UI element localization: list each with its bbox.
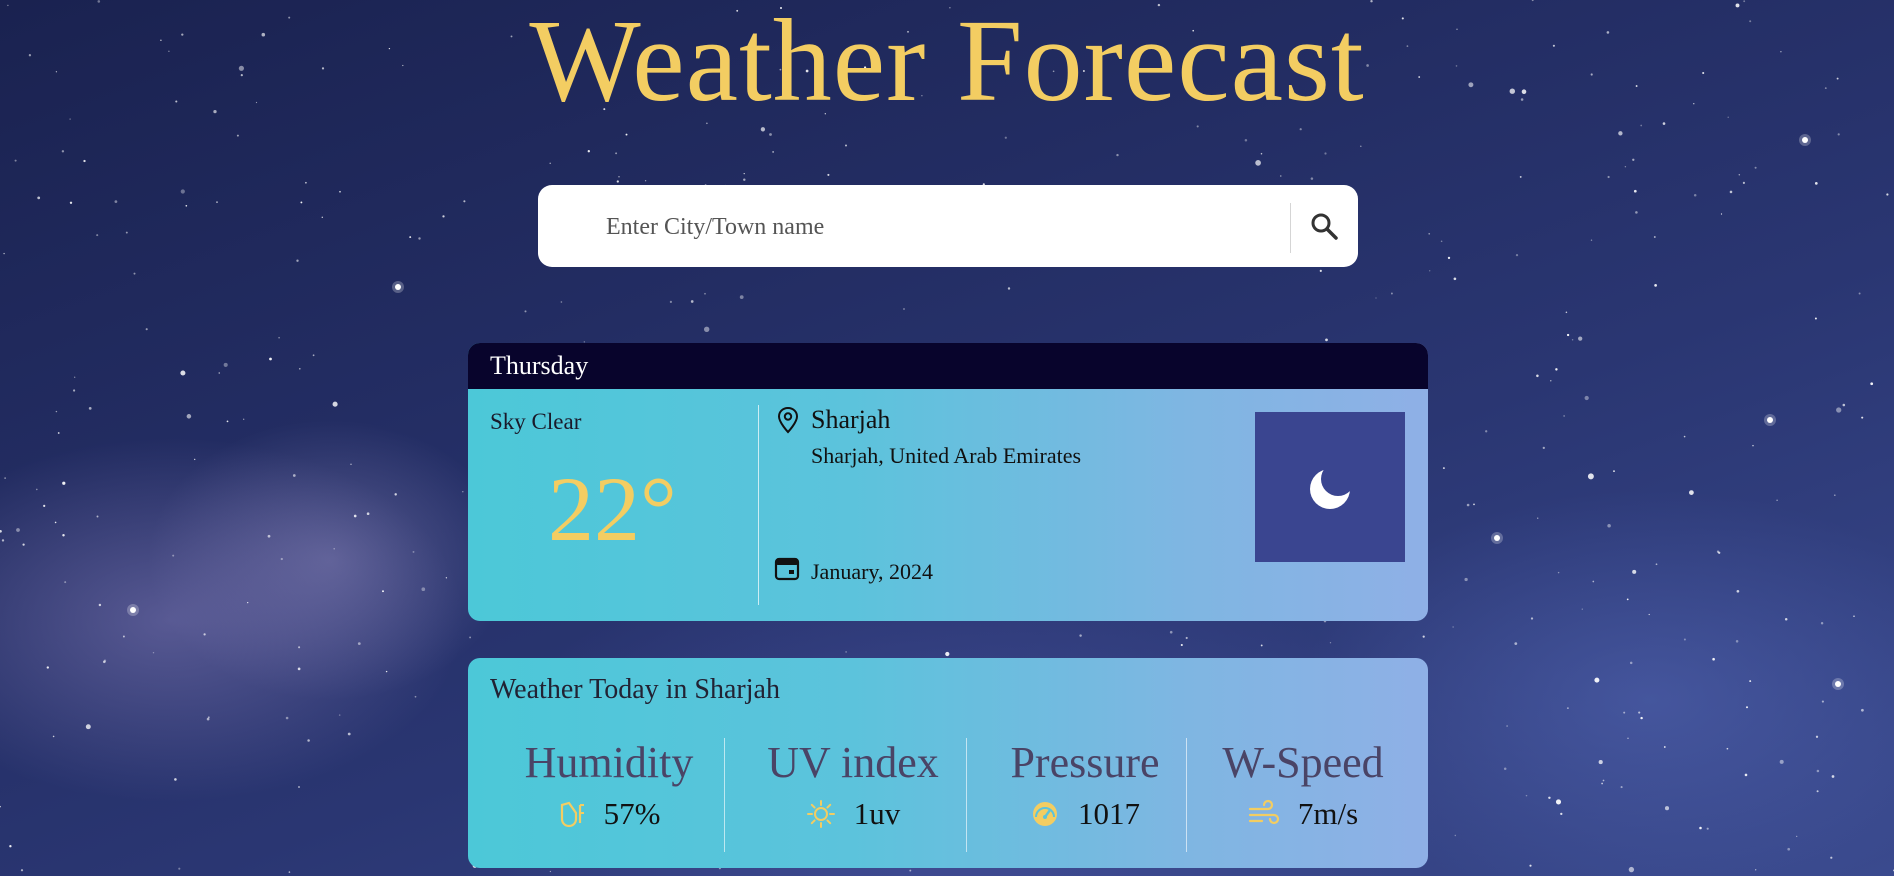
metric-uv-index: UV index 1uv <box>738 738 968 832</box>
gauge-icon <box>1033 802 1057 826</box>
humidity-icon <box>560 801 584 828</box>
search-divider <box>1290 203 1291 253</box>
weather-icon-box <box>1255 412 1405 562</box>
metric-label: W-Speed <box>1222 738 1384 787</box>
metric-label: Pressure <box>1010 738 1160 787</box>
search-icon <box>1311 213 1338 240</box>
calendar-icon <box>774 557 800 581</box>
sun-icon <box>806 800 835 828</box>
search-bar <box>538 185 1358 267</box>
metric-value: 7m/s <box>1297 796 1359 831</box>
location-pin-icon <box>777 406 799 434</box>
metric-label: Humidity <box>524 738 694 787</box>
city-name: Sharjah <box>811 405 891 434</box>
card-divider <box>758 405 759 605</box>
wind-icon <box>1248 799 1279 825</box>
metric-value: 1uv <box>853 796 901 831</box>
metric-divider <box>724 738 725 852</box>
search-button[interactable] <box>1292 195 1356 257</box>
moon-icon <box>1310 469 1350 509</box>
page-title: Weather Forecast <box>529 0 1365 126</box>
date-label: January, 2024 <box>811 559 933 584</box>
metric-label: UV index <box>767 738 939 787</box>
temperature: 22° <box>548 458 677 560</box>
search-input[interactable] <box>604 203 1208 251</box>
metric-divider <box>966 738 967 852</box>
metric-pressure: Pressure 1017 <box>980 738 1190 832</box>
metric-divider <box>1186 738 1187 852</box>
today-title: Weather Today in Sharjah <box>490 674 780 705</box>
current-weather-card: Thursday Sky Clear 22° Sharjah Sharjah, … <box>468 343 1428 621</box>
today-weather-panel: Weather Today in Sharjah Humidity 57% UV… <box>468 658 1428 868</box>
region-name: Sharjah, United Arab Emirates <box>811 443 1082 468</box>
metric-value: 1017 <box>1078 796 1140 831</box>
sky-condition: Sky Clear <box>490 409 582 434</box>
metric-humidity: Humidity 57% <box>504 738 714 832</box>
metric-wind-speed: W-Speed 7m/s <box>1198 738 1408 832</box>
day-header: Thursday <box>468 343 1428 389</box>
metric-value: 57% <box>603 796 661 831</box>
